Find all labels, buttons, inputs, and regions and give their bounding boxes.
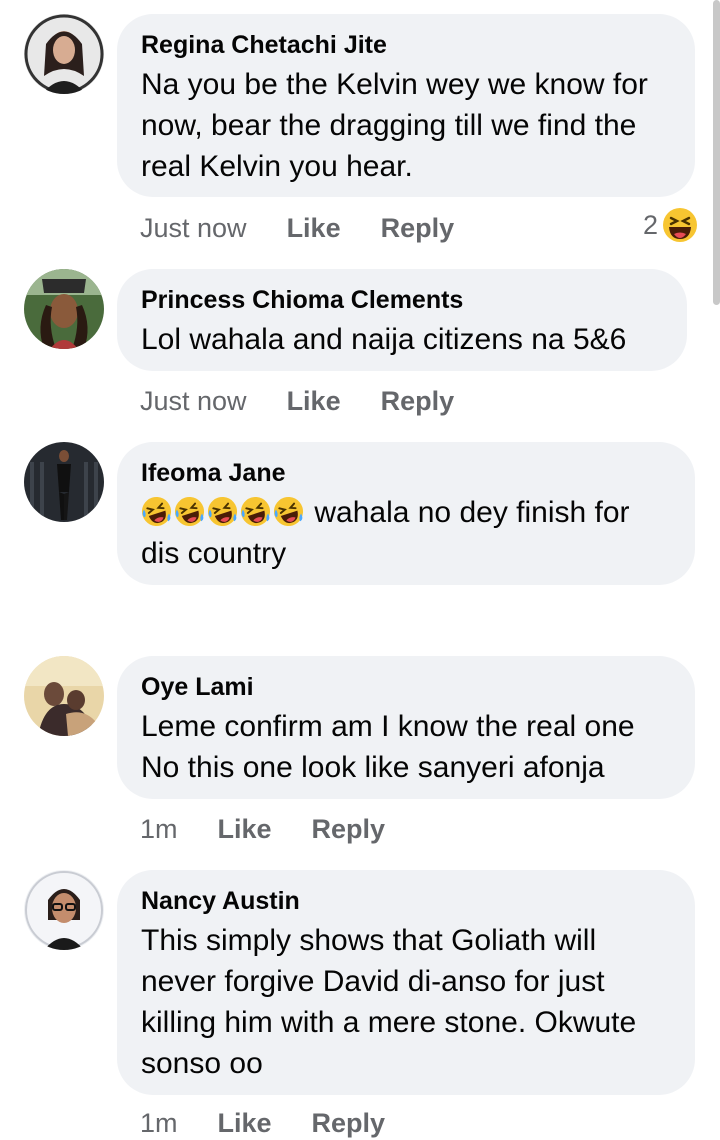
comment-bubble: Oye Lami Leme confirm am I know the real… <box>117 656 695 799</box>
reaction-count: 2 <box>642 210 658 240</box>
comment-timestamp[interactable]: 1m <box>140 1106 178 1140</box>
scrollbar[interactable] <box>713 0 720 305</box>
emoji-row <box>141 496 314 529</box>
comment-text: This simply shows that Goliath will neve… <box>141 924 637 1080</box>
like-button[interactable]: Like <box>287 211 341 245</box>
comment-author[interactable]: Nancy Austin <box>141 886 671 916</box>
avatar-photo-icon <box>24 442 104 522</box>
like-button[interactable]: Like <box>287 384 341 418</box>
comment-author[interactable]: Regina Chetachi Jite <box>141 30 671 60</box>
comment-bubble: Ifeoma Jane wahala no dey finish for dis… <box>117 442 695 585</box>
rolling-laughing-emoji-icon <box>174 496 205 527</box>
comment-author[interactable]: Princess Chioma Clements <box>141 285 663 315</box>
comment-bubble: Regina Chetachi Jite Na you be the Kelvi… <box>117 14 695 197</box>
comment-timestamp[interactable]: Just now <box>140 211 247 245</box>
comment-actions: Just now Like Reply <box>140 211 454 245</box>
like-button[interactable]: Like <box>218 1106 272 1140</box>
reply-button[interactable]: Reply <box>312 1106 386 1140</box>
comment-actions: 1m Like Reply <box>140 1106 385 1140</box>
comment-timestamp[interactable]: 1m <box>140 812 178 846</box>
comment-bubble: Princess Chioma Clements Lol wahala and … <box>117 269 687 371</box>
comment-timestamp[interactable]: Just now <box>140 384 247 418</box>
reaction-summary[interactable]: 2 <box>643 207 698 243</box>
avatar-photo-icon <box>24 656 104 736</box>
avatar[interactable] <box>24 656 104 736</box>
avatar-photo-icon <box>24 870 104 950</box>
rolling-laughing-emoji-icon <box>207 496 238 527</box>
comment-author[interactable]: Oye Lami <box>141 672 671 702</box>
like-button[interactable]: Like <box>218 812 272 846</box>
avatar[interactable] <box>24 870 104 950</box>
avatar-photo-icon <box>24 14 104 94</box>
comment-text: Lol wahala and naija citizens na 5&6 <box>141 323 627 356</box>
comment-text: Na you be the Kelvin wey we know for now… <box>141 68 648 183</box>
reply-button[interactable]: Reply <box>381 384 455 418</box>
reply-button[interactable]: Reply <box>381 211 455 245</box>
avatar[interactable] <box>24 14 104 94</box>
rolling-laughing-emoji-icon <box>141 496 172 527</box>
laughing-emoji-icon <box>663 208 697 242</box>
comment-text: Leme confirm am I know the real one No t… <box>141 710 635 784</box>
comment-text: wahala no dey finish for dis country <box>141 492 671 574</box>
avatar-photo-icon <box>24 269 104 349</box>
avatar[interactable] <box>24 442 104 522</box>
rolling-laughing-emoji-icon <box>273 496 304 527</box>
comment-author[interactable]: Ifeoma Jane <box>141 458 671 488</box>
rolling-laughing-emoji-icon <box>240 496 271 527</box>
reply-button[interactable]: Reply <box>312 812 386 846</box>
avatar[interactable] <box>24 269 104 349</box>
comment-actions: Just now Like Reply <box>140 384 454 418</box>
comment-actions: 1m Like Reply <box>140 812 385 846</box>
comment-bubble: Nancy Austin This simply shows that Goli… <box>117 870 695 1095</box>
